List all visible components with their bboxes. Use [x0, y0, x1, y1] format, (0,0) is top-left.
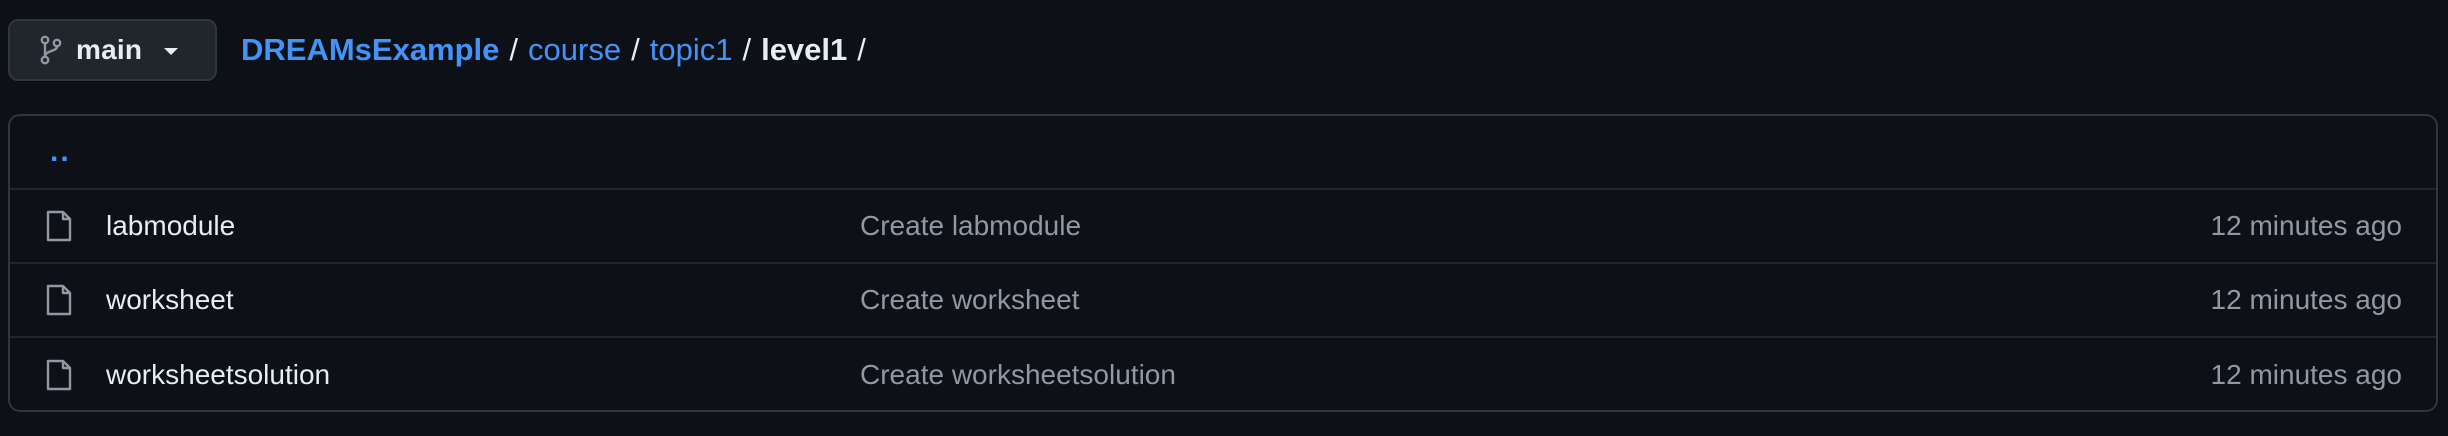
- file-name-link[interactable]: worksheetsolution: [106, 359, 330, 391]
- parent-directory-row[interactable]: ..: [10, 116, 2436, 190]
- branch-selector-button[interactable]: main: [8, 19, 217, 81]
- breadcrumb-current: level1: [761, 32, 848, 67]
- breadcrumb-repo-link[interactable]: DREAMsExample: [241, 32, 499, 68]
- breadcrumb-separator: /: [857, 32, 866, 67]
- breadcrumb-course-link[interactable]: course: [528, 32, 621, 68]
- commit-time: 12 minutes ago: [2210, 359, 2402, 390]
- file-icon: [46, 284, 72, 316]
- commit-time: 12 minutes ago: [2210, 284, 2402, 315]
- file-icon: [46, 210, 72, 242]
- commit-message-link[interactable]: Create labmodule: [860, 210, 1081, 242]
- top-bar: main DREAMsExample / course / topic1 / l…: [8, 18, 876, 82]
- breadcrumb-separator: /: [509, 32, 519, 67]
- breadcrumb-separator: /: [742, 32, 752, 67]
- commit-message-link[interactable]: Create worksheet: [860, 284, 1079, 316]
- commit-time: 12 minutes ago: [2210, 210, 2402, 241]
- breadcrumb-separator: /: [631, 32, 640, 67]
- file-name-link[interactable]: labmodule: [106, 210, 235, 242]
- file-name-link[interactable]: worksheet: [106, 284, 234, 316]
- parent-directory-link[interactable]: ..: [50, 135, 71, 169]
- file-icon: [46, 359, 72, 391]
- breadcrumb-topic1-link[interactable]: topic1: [650, 32, 733, 68]
- breadcrumb: DREAMsExample / course / topic1 / level1…: [241, 32, 876, 68]
- commit-message-link[interactable]: Create worksheetsolution: [860, 359, 1176, 391]
- table-row[interactable]: worksheetsolution Create worksheetsoluti…: [10, 338, 2436, 410]
- table-row[interactable]: worksheet Create worksheet 12 minutes ag…: [10, 264, 2436, 338]
- chevron-down-icon: [164, 48, 179, 55]
- git-branch-icon: [40, 35, 62, 65]
- file-list: .. labmodule Create labmodule 12 minutes…: [8, 114, 2438, 412]
- table-row[interactable]: labmodule Create labmodule 12 minutes ag…: [10, 190, 2436, 264]
- branch-label: main: [76, 34, 143, 65]
